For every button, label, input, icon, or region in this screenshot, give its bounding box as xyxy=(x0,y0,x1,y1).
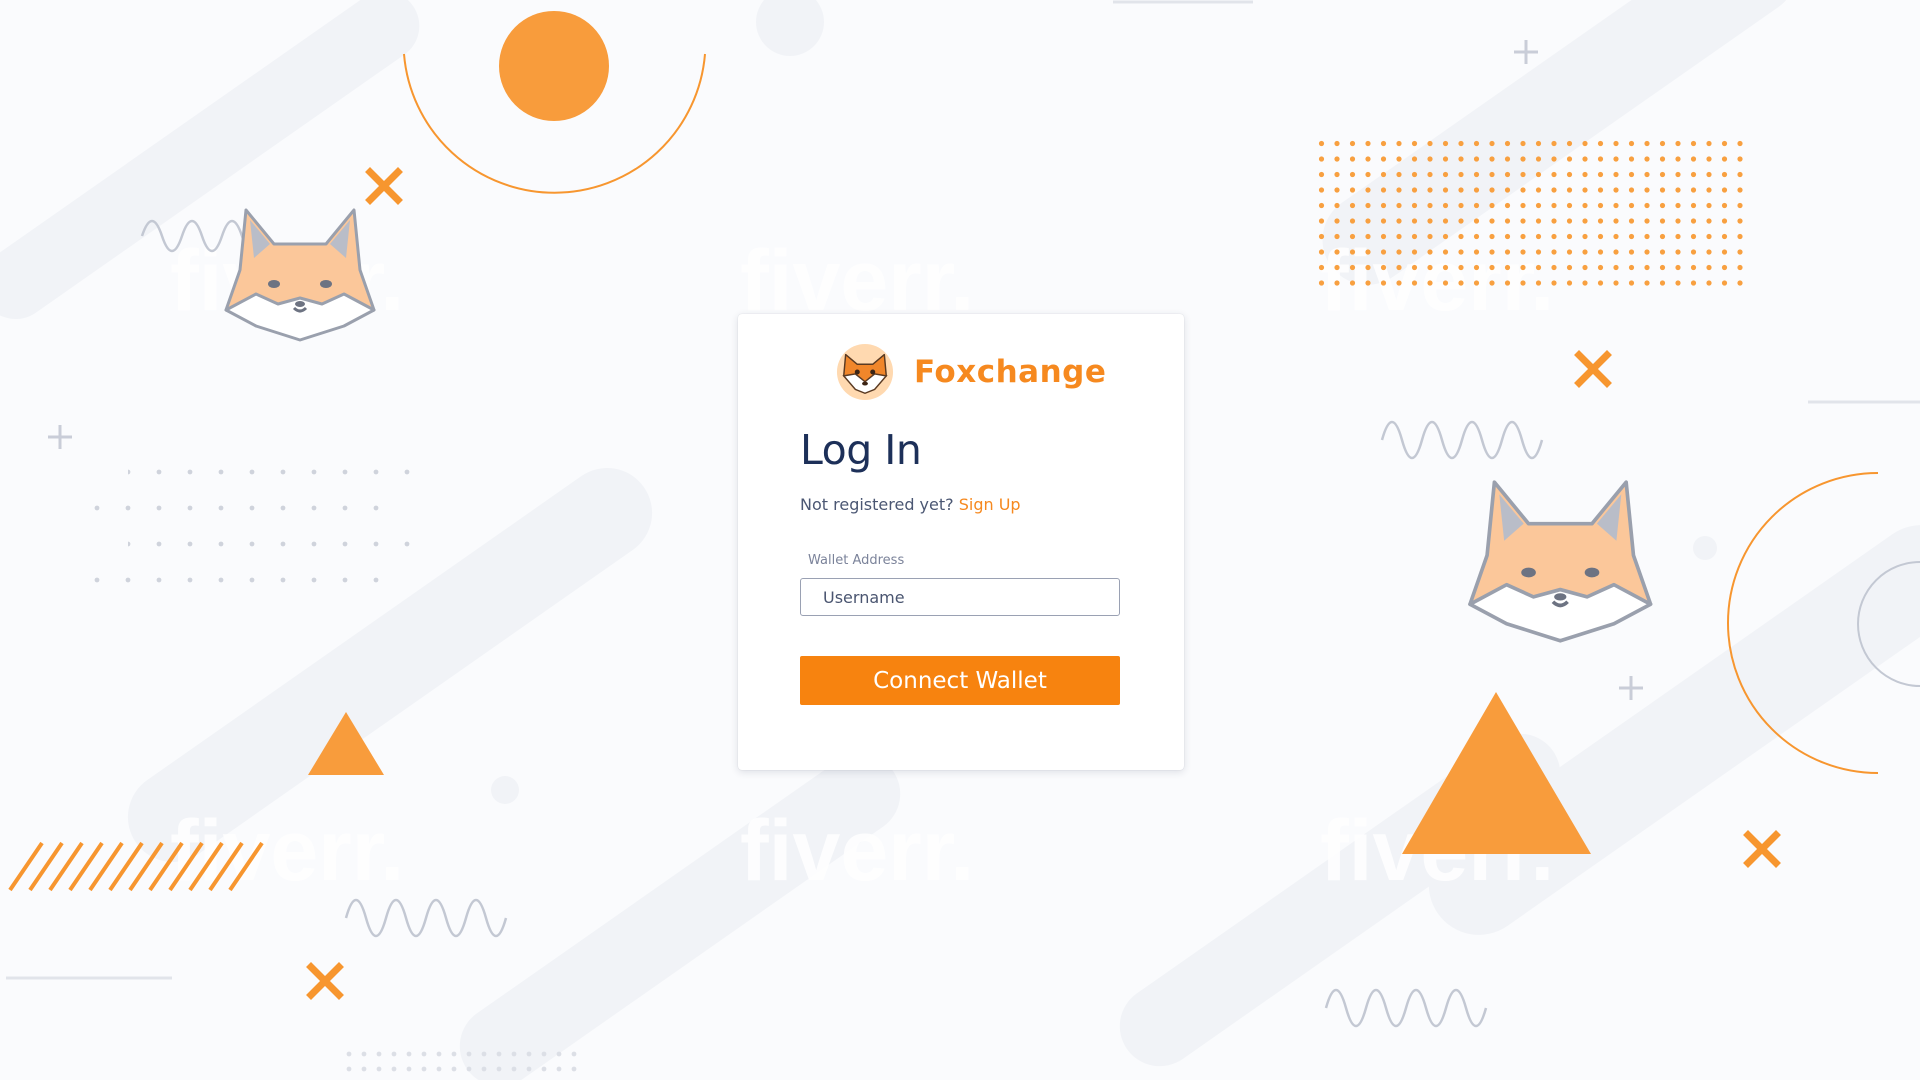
brand-header: Foxchange xyxy=(836,342,1106,402)
wallet-address-input[interactable] xyxy=(800,578,1120,616)
wallet-address-label: Wallet Address xyxy=(808,553,905,568)
sign-up-link[interactable]: Sign Up xyxy=(959,495,1021,514)
connect-wallet-button[interactable]: Connect Wallet xyxy=(800,656,1120,705)
brand-name: Foxchange xyxy=(914,354,1107,390)
fox-head-icon xyxy=(836,343,894,401)
register-prompt-text: Not registered yet? xyxy=(800,495,954,514)
svg-text:fiverr.: fiverr. xyxy=(170,803,404,899)
svg-text:fiverr.: fiverr. xyxy=(740,803,974,899)
page-title: Log In xyxy=(800,426,922,474)
login-card: Foxchange Log In Not registered yet? Sig… xyxy=(738,314,1184,770)
register-prompt-line: Not registered yet? Sign Up xyxy=(800,495,1021,514)
